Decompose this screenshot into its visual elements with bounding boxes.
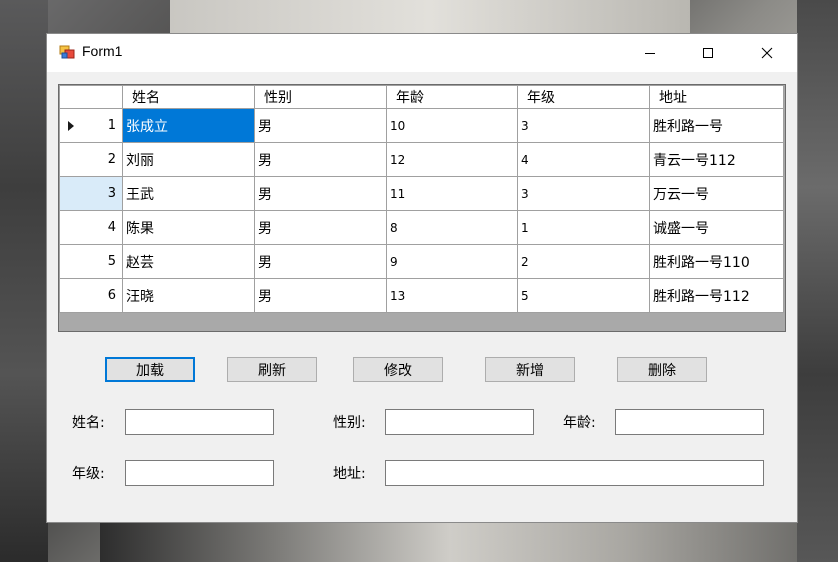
maximize-button[interactable]	[685, 34, 731, 72]
column-header-gender[interactable]: 性别	[254, 85, 387, 109]
cell-age[interactable]: 8	[386, 210, 518, 245]
grid-table: 姓名 性别 年龄 年级 地址 1 张成立 男 10 3 胜利路一号 2 刘丽 男…	[59, 85, 784, 313]
row-header[interactable]: 5	[59, 244, 123, 279]
grade-label: 年级:	[72, 466, 105, 482]
table-row[interactable]: 5 赵芸 男 9 2 胜利路一号110	[59, 244, 784, 279]
cell-grade[interactable]: 3	[517, 176, 650, 211]
current-row-arrow-icon	[68, 121, 74, 131]
close-icon	[761, 47, 773, 59]
row-header[interactable]: 3	[59, 176, 123, 211]
delete-button[interactable]: 删除	[617, 357, 707, 382]
cell-gender[interactable]: 男	[254, 108, 387, 143]
age-input[interactable]	[615, 409, 764, 435]
close-button[interactable]	[744, 34, 790, 72]
row-header[interactable]: 6	[59, 278, 123, 313]
column-header-name[interactable]: 姓名	[122, 85, 255, 109]
cell-address[interactable]: 诚盛一号	[649, 210, 784, 245]
table-row[interactable]: 3 王武 男 11 3 万云一号	[59, 176, 784, 211]
cell-grade[interactable]: 2	[517, 244, 650, 279]
grid-header-row: 姓名 性别 年龄 年级 地址	[59, 85, 784, 109]
grid-corner-header[interactable]	[59, 85, 123, 109]
background-rock-bottom	[100, 520, 800, 562]
cell-grade[interactable]: 3	[517, 108, 650, 143]
grade-input[interactable]	[125, 460, 274, 486]
cell-name[interactable]: 汪晓	[122, 278, 255, 313]
background-rock-top	[170, 0, 690, 35]
row-header[interactable]: 4	[59, 210, 123, 245]
table-row[interactable]: 6 汪晓 男 13 5 胜利路一号112	[59, 278, 784, 313]
winforms-app-icon	[59, 45, 75, 59]
gender-input[interactable]	[385, 409, 534, 435]
row-header[interactable]: 2	[59, 142, 123, 177]
cell-gender[interactable]: 男	[254, 210, 387, 245]
column-header-address[interactable]: 地址	[649, 85, 784, 109]
background-right	[797, 0, 838, 562]
age-label: 年龄:	[563, 415, 596, 431]
edit-button[interactable]: 修改	[353, 357, 443, 382]
cell-name[interactable]: 王武	[122, 176, 255, 211]
cell-address[interactable]: 胜利路一号112	[649, 278, 784, 313]
cell-name[interactable]: 张成立	[122, 108, 255, 143]
cell-grade[interactable]: 1	[517, 210, 650, 245]
cell-address[interactable]: 万云一号	[649, 176, 784, 211]
cell-address[interactable]: 青云一号112	[649, 142, 784, 177]
cell-grade[interactable]: 4	[517, 142, 650, 177]
cell-name[interactable]: 刘丽	[122, 142, 255, 177]
cell-age[interactable]: 13	[386, 278, 518, 313]
name-label: 姓名:	[72, 415, 105, 431]
cell-gender[interactable]: 男	[254, 142, 387, 177]
cell-gender[interactable]: 男	[254, 278, 387, 313]
refresh-button[interactable]: 刷新	[227, 357, 317, 382]
row-number: 1	[107, 118, 116, 133]
address-label: 地址:	[333, 466, 366, 482]
cell-grade[interactable]: 5	[517, 278, 650, 313]
table-row[interactable]: 4 陈果 男 8 1 诚盛一号	[59, 210, 784, 245]
gender-label: 性别:	[333, 415, 366, 431]
address-input[interactable]	[385, 460, 764, 486]
cell-name[interactable]: 赵芸	[122, 244, 255, 279]
row-header[interactable]: 1	[59, 108, 123, 143]
table-row[interactable]: 2 刘丽 男 12 4 青云一号112	[59, 142, 784, 177]
column-header-grade[interactable]: 年级	[517, 85, 650, 109]
cell-age[interactable]: 9	[386, 244, 518, 279]
cell-gender[interactable]: 男	[254, 244, 387, 279]
add-button[interactable]: 新增	[485, 357, 575, 382]
maximize-icon	[703, 48, 713, 58]
background-left	[0, 0, 48, 562]
title-bar[interactable]: Form1	[47, 34, 797, 72]
form1-window: Form1 姓名 性别 年龄 年级 地址 1 张成立 男 10 3 胜利路一号 …	[47, 34, 797, 522]
cell-age[interactable]: 10	[386, 108, 518, 143]
name-input[interactable]	[125, 409, 274, 435]
minimize-button[interactable]	[627, 34, 673, 72]
cell-name[interactable]: 陈果	[122, 210, 255, 245]
cell-address[interactable]: 胜利路一号	[649, 108, 784, 143]
cell-age[interactable]: 12	[386, 142, 518, 177]
load-button[interactable]: 加载	[105, 357, 195, 382]
table-row[interactable]: 1 张成立 男 10 3 胜利路一号	[59, 108, 784, 143]
data-grid-view[interactable]: 姓名 性别 年龄 年级 地址 1 张成立 男 10 3 胜利路一号 2 刘丽 男…	[58, 84, 786, 332]
cell-age[interactable]: 11	[386, 176, 518, 211]
cell-gender[interactable]: 男	[254, 176, 387, 211]
window-title: Form1	[82, 43, 123, 59]
column-header-age[interactable]: 年龄	[386, 85, 518, 109]
minimize-icon	[645, 53, 655, 54]
cell-address[interactable]: 胜利路一号110	[649, 244, 784, 279]
